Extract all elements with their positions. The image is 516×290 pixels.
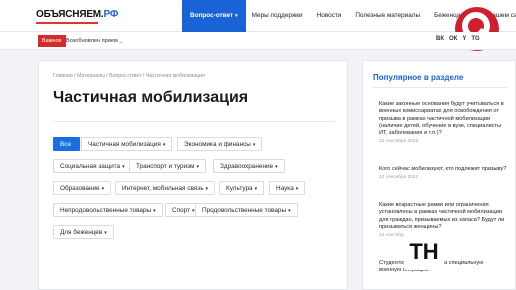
filter-chip-4[interactable]: Транспорт и туризм ▾ bbox=[129, 159, 206, 173]
sidebar-divider bbox=[373, 87, 507, 88]
chevron-down-icon: ▾ bbox=[254, 186, 258, 192]
nav-item-2[interactable]: Новости bbox=[311, 0, 350, 32]
popular-item-question[interactable]: Какие возрастные рамки или ограничения у… bbox=[379, 202, 507, 231]
filter-chip-0[interactable]: Все bbox=[53, 137, 81, 151]
sidebar-title: Популярное в разделе bbox=[373, 73, 464, 82]
filter-chip-label: Частичная мобилизация bbox=[88, 141, 161, 148]
nav-item-0[interactable]: Вопрос-ответ ▾ bbox=[182, 0, 246, 32]
filter-chip-1[interactable]: Частичная мобилизация ▾ bbox=[81, 137, 173, 151]
popular-item-date: 22 сентября 2022 bbox=[379, 139, 419, 145]
filter-chip-label: Все bbox=[60, 141, 72, 148]
chevron-down-icon: ▾ bbox=[153, 208, 156, 214]
title-divider bbox=[53, 121, 335, 122]
filter-chip-10[interactable]: Непродовольственные товары ▾ bbox=[53, 203, 163, 217]
filter-chip-label: Наука bbox=[276, 185, 294, 192]
filter-chip-7[interactable]: Интернет, мобильная связь ▾ bbox=[115, 181, 216, 195]
nav-item-3[interactable]: Полезные материалы bbox=[349, 0, 428, 32]
chevron-down-icon: ▾ bbox=[235, 13, 238, 19]
nav-item-label: Вопрос-ответ bbox=[190, 12, 234, 19]
nav-item-label: Полезные материалы bbox=[355, 12, 421, 19]
chevron-down-icon: ▾ bbox=[162, 142, 166, 148]
filter-chip-label: Интернет, мобильная связь bbox=[122, 185, 204, 192]
main-content: Главная / Материалы / Вопрос-ответ / Час… bbox=[38, 60, 348, 290]
filter-chip-2[interactable]: Экономика и финансы ▾ bbox=[177, 137, 263, 151]
telegram-icon[interactable]: TG bbox=[471, 36, 479, 42]
chevron-down-icon: ▾ bbox=[205, 186, 209, 192]
chevron-down-icon: ▾ bbox=[288, 208, 291, 214]
th-watermark-text: TH bbox=[409, 239, 438, 264]
filter-chip-8[interactable]: Культура ▾ bbox=[219, 181, 265, 195]
filter-chip-label: Транспорт и туризм bbox=[136, 163, 195, 170]
popular-item-date: 22 сентября 2022 bbox=[379, 175, 419, 181]
nav-item-label: Новости bbox=[316, 12, 342, 19]
filter-chip-5[interactable]: Здравоохранение ▾ bbox=[213, 159, 285, 173]
filter-chip-label: Здравоохранение bbox=[220, 163, 274, 170]
news-ticker-text[interactable]: Возобновлен прием _ bbox=[66, 35, 123, 47]
chevron-down-icon: ▾ bbox=[295, 186, 299, 192]
filter-chip-9[interactable]: Наука ▾ bbox=[269, 181, 306, 195]
nav-item-1[interactable]: Меры поддержки bbox=[246, 0, 311, 32]
popular-item-question[interactable]: Какие законные основания будут учитывать… bbox=[379, 101, 507, 137]
filter-chip-label: Экономика и финансы bbox=[184, 141, 251, 148]
nav-item-label: Меры поддержки bbox=[251, 12, 303, 19]
filter-chip-label: Продовольственные товары bbox=[202, 207, 287, 214]
filter-chip-12[interactable]: Продовольственные товары ▾ bbox=[195, 203, 298, 217]
chevron-down-icon: ▾ bbox=[196, 164, 199, 170]
page-title: Частичная мобилизация bbox=[53, 89, 249, 106]
news-important-tag: Важное bbox=[38, 35, 66, 47]
filter-chip-3[interactable]: Социальная защита ▾ bbox=[53, 159, 132, 173]
filter-chip-label: Образование bbox=[60, 185, 100, 192]
filter-chip-13[interactable]: Для беженцев ▾ bbox=[53, 225, 114, 239]
logo-suffix-text: РФ bbox=[103, 9, 119, 20]
site-logo[interactable]: ОБЪЯСНЯЕМ.РФ bbox=[36, 9, 118, 20]
yandex-icon[interactable]: Y bbox=[462, 36, 466, 42]
popular-item[interactable]: Кого сейчас мобилизуют, кто подлежит при… bbox=[379, 166, 507, 180]
vk-icon[interactable]: ВК bbox=[436, 36, 444, 42]
chevron-down-icon: ▾ bbox=[122, 164, 125, 170]
logo-underline bbox=[36, 22, 98, 24]
logo-main-text: ОБЪЯСНЯЕМ. bbox=[36, 9, 104, 20]
chevron-down-icon: ▾ bbox=[252, 142, 256, 148]
th-watermark-icon: TH bbox=[404, 230, 444, 270]
filter-chip-6[interactable]: Образование ▾ bbox=[53, 181, 112, 195]
popular-item[interactable]: Какие законные основания будут учитывать… bbox=[379, 101, 507, 144]
social-links: ВК ОК Y TG bbox=[436, 36, 480, 42]
popular-item-question[interactable]: Кого сейчас мобилизуют, кто подлежит при… bbox=[379, 166, 507, 173]
top-header: ОБЪЯСНЯЕМ.РФ Вопрос-ответ ▾ Меры поддержки… bbox=[0, 0, 516, 32]
filter-chip-label: Непродовольственные товары bbox=[60, 207, 152, 214]
filter-chip-label: Спорт bbox=[172, 207, 190, 214]
breadcrumb[interactable]: Главная / Материалы / Вопрос-ответ / Час… bbox=[53, 73, 205, 79]
chevron-down-icon: ▾ bbox=[104, 230, 107, 236]
filter-chip-label: Социальная защита bbox=[60, 163, 121, 170]
ok-icon[interactable]: ОК bbox=[449, 36, 457, 42]
chevron-down-icon: ▾ bbox=[275, 164, 278, 170]
filter-chip-label: Культура bbox=[226, 185, 253, 192]
filter-chip-label: Для беженцев bbox=[60, 229, 103, 236]
chevron-down-icon: ▾ bbox=[101, 186, 105, 192]
